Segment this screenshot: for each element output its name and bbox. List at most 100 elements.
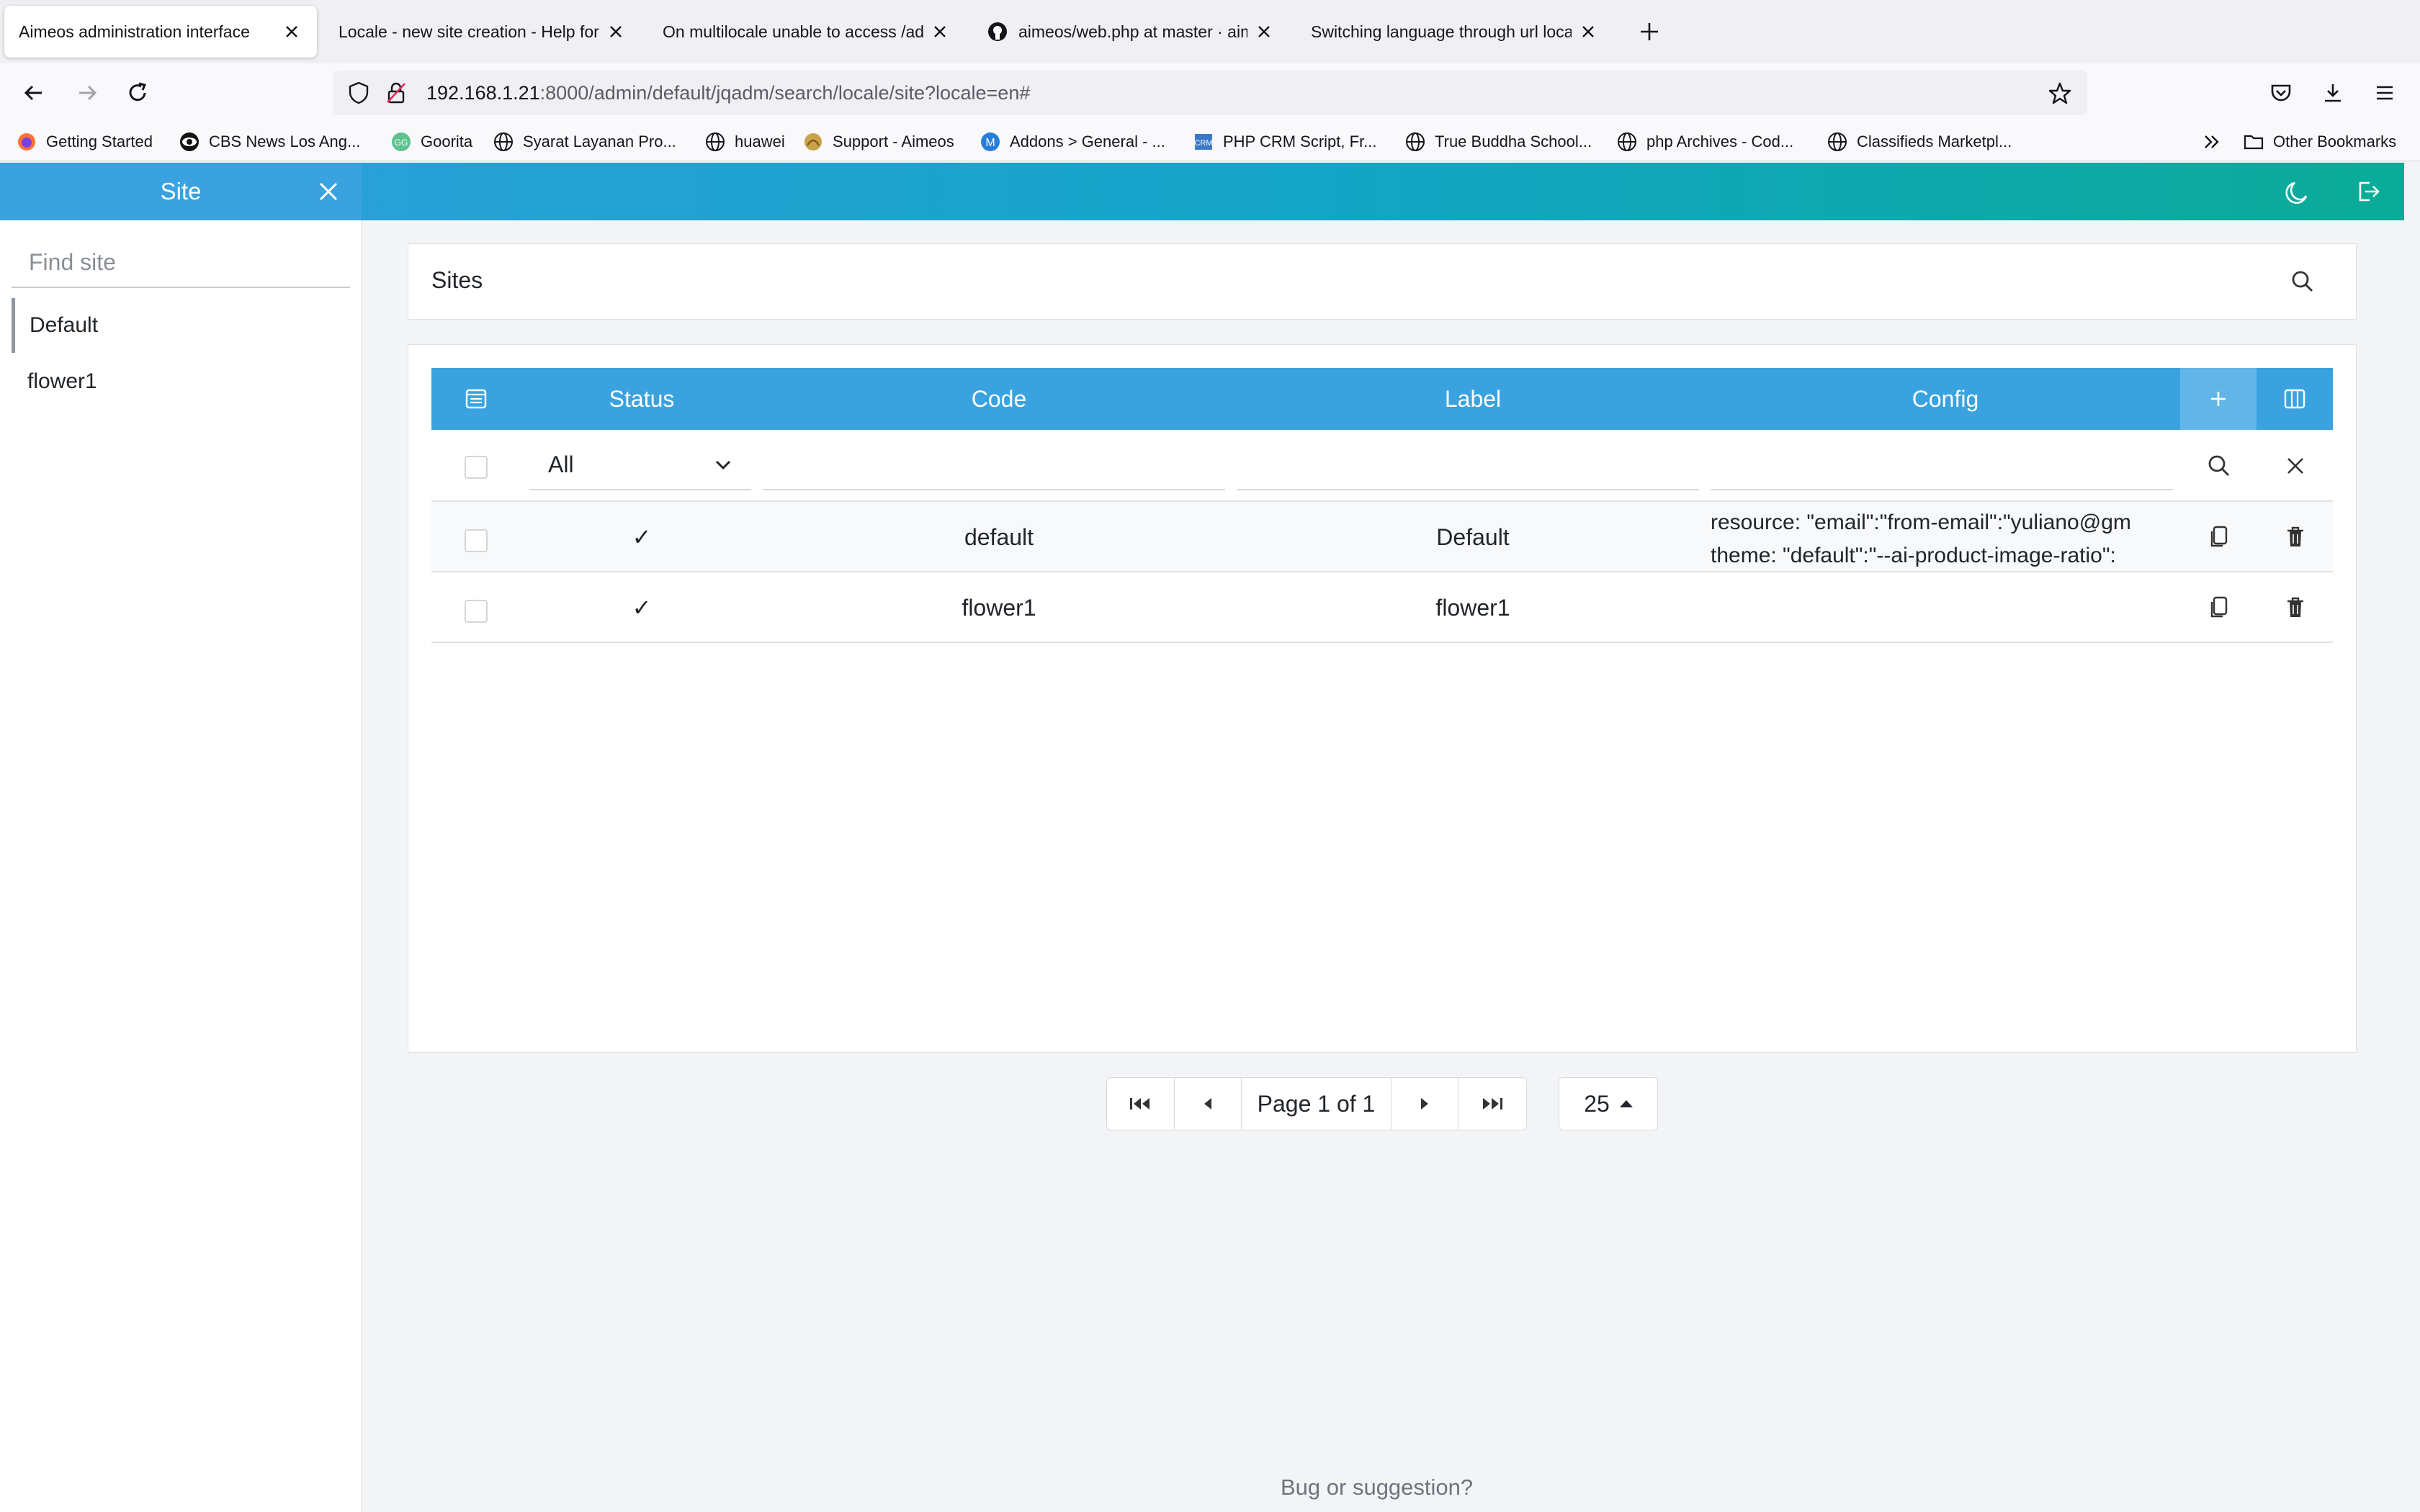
status-filter-value: All [548,451,574,477]
bookmark-label: Addons > General - ... [1010,132,1165,150]
select-all-header[interactable] [431,368,521,430]
column-header-config[interactable]: Config [1711,368,2180,430]
add-site-button[interactable] [2180,368,2257,430]
find-site-input[interactable] [12,238,350,288]
label-filter-input[interactable] [1237,440,1699,490]
row-checkbox[interactable] [465,600,488,623]
search-icon[interactable] [2287,266,2318,297]
close-icon[interactable] [929,21,951,42]
addons-icon: M [980,131,1001,153]
browser-tab-github-web[interactable]: aimeos/web.php at master · aim [972,6,1289,58]
aimeos-icon [802,131,824,153]
bookmark-label: Support - Aimeos [833,132,954,150]
select-all-checkbox[interactable] [465,456,488,479]
browser-tab-locale-help[interactable]: Locale - new site creation - Help for [324,6,641,58]
double-chevron-right-icon [2201,131,2223,153]
row-label: flower1 [1435,594,1510,621]
next-page-button[interactable] [1392,1078,1459,1130]
pocket-icon [2271,84,2291,102]
back-button[interactable] [16,75,52,111]
shield-icon[interactable] [344,78,373,107]
trash-icon[interactable] [2281,523,2310,552]
first-page-icon [1130,1098,1150,1110]
code-filter-input[interactable] [763,440,1225,490]
browser-tab-switching-language[interactable]: Switching language through url loca [1296,6,1613,58]
close-icon[interactable] [1253,21,1275,42]
first-page-button[interactable] [1107,1078,1175,1130]
dark-mode-toggle[interactable] [2282,176,2313,207]
last-page-button[interactable] [1458,1078,1526,1130]
logout-button[interactable] [2352,176,2384,207]
bug-suggestion-link[interactable]: Bug or suggestion? [1281,1475,1473,1500]
close-icon[interactable] [1577,21,1599,42]
status-check-icon: ✓ [632,595,652,621]
config-filter-input[interactable] [1711,440,2173,490]
svg-text:CRM: CRM [1194,139,1212,148]
bookmark-huawei[interactable]: huawei [704,128,785,156]
column-header-code[interactable]: Code [763,368,1235,430]
hamburger-icon [2377,86,2393,100]
github-icon [987,21,1008,42]
pocket-button[interactable] [2263,75,2299,111]
table-row[interactable]: ✓ default Default resource: "email":"fro… [431,502,2333,572]
table-row[interactable]: ✓ flower1 flower1 [431,572,2333,643]
bookmark-getting-started[interactable]: Getting Started [16,128,153,156]
new-tab-button[interactable] [1634,16,1665,48]
browser-tab-multilocale[interactable]: On multilocale unable to access /adr [648,6,965,58]
moon-icon [2285,181,2308,204]
browser-tab-aimeos-admin[interactable]: Aimeos administration interface [4,6,317,58]
trash-icon[interactable] [2281,593,2310,622]
url-path: :8000/admin/default/jqadm/search/locale/… [539,81,1031,104]
close-icon[interactable] [281,21,302,42]
columns-toggle-button[interactable] [2257,368,2333,430]
bookmark-cbs-news[interactable]: CBS News Los Ang... [179,128,360,156]
bookmark-syarat-layanan[interactable]: Syarat Layanan Pro... [493,128,676,156]
site-item-flower1[interactable]: flower1 [12,354,350,409]
row-code: flower1 [962,594,1036,621]
bookmark-php-crm[interactable]: CRM PHP CRM Script, Fr... [1193,128,1377,156]
bookmark-label: PHP CRM Script, Fr... [1223,132,1377,150]
other-bookmarks-folder[interactable]: Other Bookmarks [2243,128,2396,156]
bookmark-goorita[interactable]: GG Goorita [390,128,472,156]
bookmark-true-buddha[interactable]: True Buddha School... [1404,128,1592,156]
clear-filter-icon[interactable] [2281,451,2310,480]
insecure-lock-icon[interactable] [382,78,411,107]
row-config-line: theme: "default":"--ai-product-image-rat… [1711,544,2116,567]
site-item-default[interactable]: Default [12,298,350,353]
reload-button[interactable] [120,75,156,111]
downloads-button[interactable] [2315,75,2351,111]
row-code: default [964,523,1034,550]
bookmark-support-aimeos[interactable]: Support - Aimeos [802,128,954,156]
close-icon[interactable] [605,21,627,42]
url-bar[interactable]: 192.168.1.21 :8000/admin/default/jqadm/s… [333,71,2087,115]
menu-button[interactable] [2367,75,2403,111]
previous-page-button[interactable] [1175,1078,1242,1130]
svg-text:GG: GG [395,138,408,148]
search-icon[interactable] [2205,451,2233,480]
bookmarks-overflow-button[interactable] [2201,128,2231,156]
copy-icon[interactable] [2205,593,2233,622]
bookmark-php-archives[interactable]: php Archives - Cod... [1616,128,1793,156]
column-header-label[interactable]: Label [1235,368,1711,430]
bookmark-star-icon[interactable] [2045,79,2074,108]
download-icon [2325,84,2341,102]
row-config: resource: "email":"from-email":"yuliano@… [1711,506,2177,568]
status-filter-select[interactable]: All [529,440,751,490]
forward-button[interactable] [69,75,105,111]
copy-icon[interactable] [2205,523,2233,552]
bookmark-label: Goorita [421,132,473,150]
caret-left-icon [1204,1098,1211,1110]
column-header-status[interactable]: Status [521,368,763,430]
bookmark-addons-general[interactable]: M Addons > General - ... [980,128,1165,156]
browser-nav-bar: 192.168.1.21 :8000/admin/default/jqadm/s… [0,63,2420,122]
arrow-right-icon [79,85,97,101]
close-icon[interactable] [314,177,343,206]
site-panel-title: Site [160,178,202,204]
bookmark-classifieds[interactable]: Classifieds Marketpl... [1827,128,2012,156]
page-size-dropdown[interactable]: 25 [1559,1077,1658,1130]
page-title: Sites [431,267,483,293]
sites-list-card: Status Code Label Config All ✓ default D… [408,344,2357,1053]
row-checkbox[interactable] [465,529,488,552]
bookmark-label: Classifieds Marketpl... [1857,132,2012,150]
page-indicator: Page 1 of 1 [1242,1078,1392,1130]
